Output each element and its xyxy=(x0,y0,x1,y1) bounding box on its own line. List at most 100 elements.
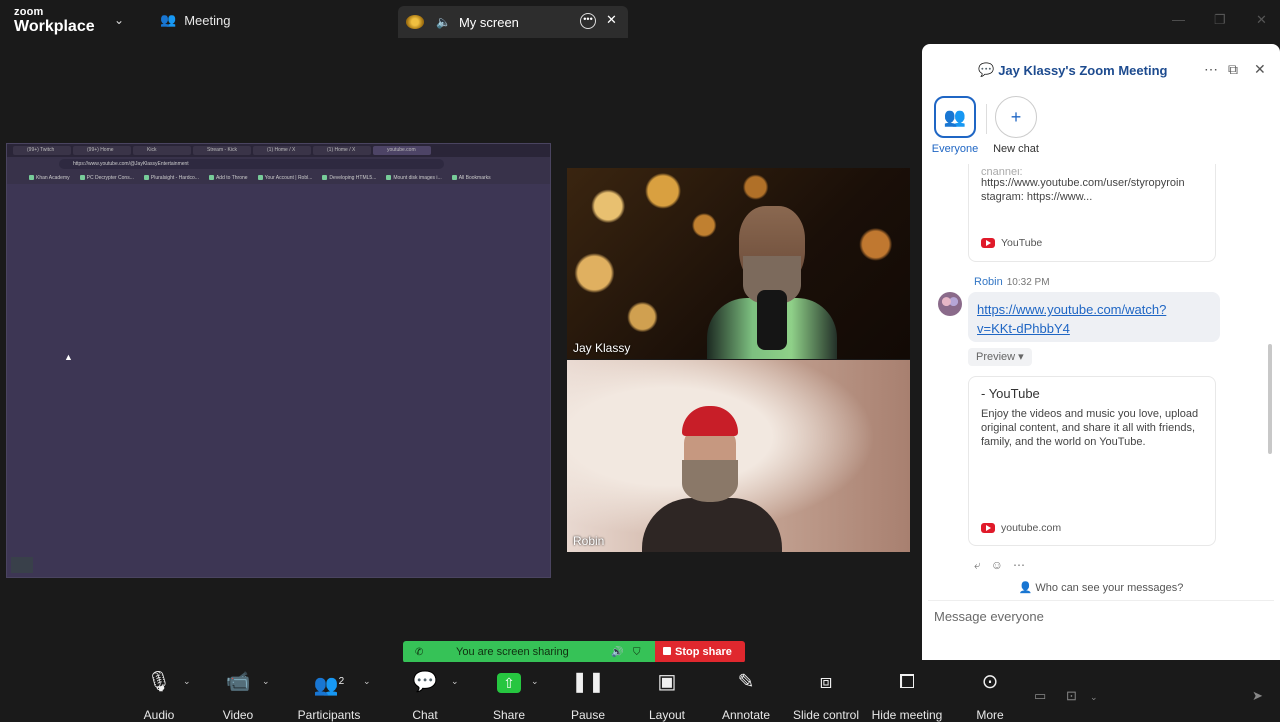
more-button[interactable]: ⊙ More xyxy=(950,666,1030,722)
browser-url-row: https://www.youtube.com/@JayKlassyEntert… xyxy=(7,157,550,171)
avatar[interactable] xyxy=(938,292,962,316)
audio-button[interactable]: 🎙 Audio ⌄ xyxy=(119,666,199,722)
video-button[interactable]: 📹 Video ⌄ xyxy=(198,666,278,722)
add-reaction-icon[interactable]: ☺ xyxy=(991,558,1003,573)
chevron-up-icon[interactable]: ⌄ xyxy=(363,676,371,687)
message-time: 10:32 PM xyxy=(1006,277,1050,288)
browser-tab[interactable]: (1) Home / X xyxy=(253,146,311,155)
speaker-icon: 🔊 xyxy=(611,646,624,658)
participants-button[interactable]: 👥2 Participants ⌄ xyxy=(289,666,371,722)
stop-share-button[interactable]: Stop share xyxy=(655,641,745,663)
channel-label: Everyone xyxy=(931,143,979,155)
scrollbar[interactable] xyxy=(1268,344,1272,454)
pause-button[interactable]: ❚❚ Pause xyxy=(548,666,628,722)
slide-control-button[interactable]: ⧈ Slide control xyxy=(785,666,867,722)
more-options-icon[interactable]: ⋯ xyxy=(1204,61,1218,78)
card-source: YouTube xyxy=(981,237,1042,249)
chevron-up-icon[interactable]: ⌄ xyxy=(451,676,459,687)
zoom-logo[interactable]: zoom Workplace xyxy=(14,7,95,35)
chevron-up-icon[interactable]: ⌄ xyxy=(183,676,191,687)
more-options-icon[interactable]: ••• xyxy=(580,13,596,29)
link-preview-card[interactable]: - YouTube Enjoy the videos and music you… xyxy=(968,376,1216,546)
link-preview-card[interactable]: channel: https://www.youtube.com/user/st… xyxy=(968,164,1216,262)
participants-icon: 👥2 xyxy=(313,674,345,697)
send-icon[interactable]: ➤ xyxy=(1252,688,1263,704)
chevron-down-icon[interactable]: ⌄ xyxy=(114,13,124,27)
close-icon[interactable]: ✕ xyxy=(1254,61,1266,78)
message-bubble: https://www.youtube.com/watch? v=KKt-dPhb… xyxy=(968,292,1220,342)
card-text: https://www.youtube.com/user/styropyroin xyxy=(981,177,1185,189)
youtube-icon xyxy=(981,523,995,533)
preview-toggle[interactable]: Preview ▾ xyxy=(968,348,1032,366)
participant-video xyxy=(707,198,837,359)
who-can-see-link[interactable]: 👤 Who can see your messages? xyxy=(922,581,1280,594)
stop-icon xyxy=(663,647,671,655)
pause-icon: ❚❚ xyxy=(571,671,605,693)
video-tile-jay-klassy[interactable]: Jay Klassy xyxy=(567,168,910,359)
mouse-cursor-icon: ▲ xyxy=(64,352,73,362)
title-bar: zoom Workplace ⌄ 👥 Meeting 🔈 My screen •… xyxy=(0,0,1280,44)
tab-meeting[interactable]: 👥 Meeting xyxy=(160,12,230,28)
video-tile-robin[interactable]: Robin xyxy=(567,360,910,552)
message-actions: ⤶ ☺ ⋯ xyxy=(974,558,1025,573)
new-chat-button[interactable]: + New chat xyxy=(986,96,1046,155)
layout-icon: ▣ xyxy=(657,671,677,693)
tab-meeting-label: Meeting xyxy=(184,12,231,28)
participants-icon: 👥 xyxy=(160,12,177,27)
chevron-up-icon[interactable]: ⌄ xyxy=(262,676,270,687)
browser-tab[interactable]: (1) Home / X xyxy=(313,146,371,155)
reply-icon[interactable]: ⤶ xyxy=(974,558,981,573)
bookmark[interactable]: Khan Academy xyxy=(29,175,70,181)
browser-tab[interactable]: Kick xyxy=(133,146,191,155)
card-text-partial: channel: xyxy=(981,169,1023,176)
file-icon[interactable]: ▭ xyxy=(1034,688,1046,704)
bookmark[interactable]: Mount disk images i... xyxy=(386,175,442,181)
sharing-status: You are screen sharing xyxy=(456,646,569,658)
window-close-icon[interactable]: ✕ xyxy=(1256,12,1267,28)
browser-url[interactable]: https://www.youtube.com/@JayKlassyEntert… xyxy=(59,159,444,169)
participant-name: Robin xyxy=(573,534,605,548)
browser-tab[interactable]: (99+) Home xyxy=(73,146,131,155)
browser-tab-strip: (99+) Twitch (99+) Home Kick Stream - Ki… xyxy=(7,144,550,157)
chat-panel: 💬 Jay Klassy's Zoom Meeting ⋯ ⧉ ✕ 👥 Ever… xyxy=(922,44,1280,703)
card-text: Enjoy the videos and music you love, upl… xyxy=(981,408,1199,420)
card-text: family, and the world on YouTube. xyxy=(981,436,1146,448)
hide-meeting-button[interactable]: ⧠ Hide meeting xyxy=(867,666,947,722)
card-text: original content, and share it all with … xyxy=(981,422,1196,434)
bookmark[interactable]: PC Decrypter Cons... xyxy=(79,175,134,181)
privacy-icon: 👤 xyxy=(1018,582,1033,594)
more-options-icon[interactable]: ⋯ xyxy=(1013,558,1025,573)
share-button[interactable]: ⇧ Share ⌄ xyxy=(469,666,549,722)
logo-line2: Workplace xyxy=(14,18,95,35)
layout-button[interactable]: ▣ Layout xyxy=(627,666,707,722)
logo-line1: zoom xyxy=(14,6,44,18)
bookmark[interactable]: Developing HTML5... xyxy=(322,175,376,181)
browser-tab[interactable]: (99+) Twitch xyxy=(13,146,71,155)
bookmark[interactable]: Pluralsight - Hardco... xyxy=(143,175,199,181)
screen-sharing-bar[interactable]: ✆ You are screen sharing 🔊 ⛉ xyxy=(403,641,655,663)
participant-video xyxy=(642,400,782,552)
chevron-up-icon[interactable]: ⌄ xyxy=(531,676,539,687)
bookmark[interactable]: Add to Throne xyxy=(208,175,248,181)
tab-my-screen[interactable]: 🔈 My screen ••• ✕ xyxy=(398,6,628,38)
browser-tab-active[interactable]: youtube.com xyxy=(373,146,431,155)
screenshot-icon[interactable]: ⊡ xyxy=(1066,688,1077,704)
browser-tab[interactable]: Stream - Kick xyxy=(193,146,251,155)
more-options-icon: ⊙ xyxy=(981,671,999,693)
bookmark[interactable]: All Bookmarks xyxy=(451,175,491,181)
participants-count: 2 xyxy=(338,676,345,687)
message-input[interactable]: Message everyone xyxy=(934,609,1044,624)
chat-button[interactable]: 💬 Chat ⌄ xyxy=(385,666,465,722)
minimize-icon[interactable]: — xyxy=(1172,12,1185,27)
channel-everyone[interactable]: 👥 Everyone xyxy=(925,96,985,155)
annotate-button[interactable]: ✎ Annotate xyxy=(706,666,786,722)
pop-out-icon[interactable]: ⧉ xyxy=(1228,61,1238,78)
bookmark[interactable]: Your Account | Robl... xyxy=(257,175,312,181)
close-icon[interactable]: ✕ xyxy=(606,12,617,28)
chevron-down-icon[interactable]: ⌄ xyxy=(1090,692,1098,703)
pencil-icon: ✎ xyxy=(737,671,755,693)
message-link[interactable]: https://www.youtube.com/watch? v=KKt-dPhb… xyxy=(977,302,1166,336)
maximize-icon[interactable]: ❐ xyxy=(1214,12,1226,28)
chat-title: 💬 Jay Klassy's Zoom Meeting xyxy=(978,62,1167,78)
chat-title-text: Jay Klassy's Zoom Meeting xyxy=(998,62,1168,78)
